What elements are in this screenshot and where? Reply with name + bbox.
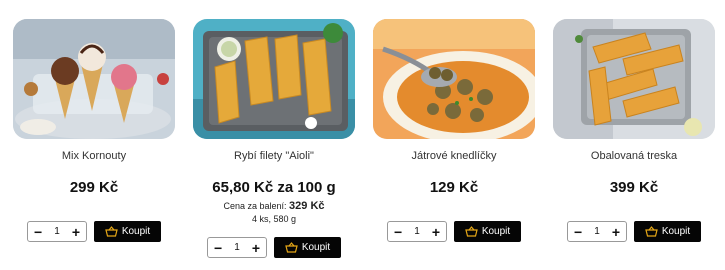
buy-row: − 1 + Koupit [207,237,341,258]
buy-button-label: Koupit [481,226,511,237]
minus-icon[interactable]: − [574,225,582,239]
quantity-stepper: − 1 + [567,221,627,242]
product-name[interactable]: Rybí filety "Aioli" [193,149,355,163]
buy-button[interactable]: Koupit [94,221,161,242]
quantity-value[interactable]: 1 [234,242,240,253]
basket-icon [465,226,478,237]
pack-price: 329 Kč [289,200,325,212]
product-price: 399 Kč [609,179,659,196]
quantity-stepper: − 1 + [207,237,267,258]
product-name[interactable]: Obalovaná treska [553,149,715,163]
pack-price-line: Cena za balení: 329 Kč [193,200,355,212]
quantity-value[interactable]: 1 [54,226,60,237]
basket-icon [285,242,298,253]
product-card: Obalovaná treska 399 Kč − 1 + Koupit [553,19,715,242]
product-name[interactable]: Mix Kornouty [13,149,175,163]
plus-icon[interactable]: + [612,225,620,239]
basket-icon [645,226,658,237]
buy-button[interactable]: Koupit [634,221,701,242]
buy-button-label: Koupit [301,242,331,253]
buy-button-label: Koupit [661,226,691,237]
minus-icon[interactable]: − [214,241,222,255]
product-image[interactable] [553,19,715,139]
product-price: 299 Kč [69,179,119,196]
product-name[interactable]: Játrové knedlíčky [373,149,535,163]
pack-price-label: Cena za balení: [223,201,287,211]
buy-button-label: Koupit [121,226,151,237]
plus-icon[interactable]: + [72,225,80,239]
product-image[interactable] [373,19,535,139]
product-image[interactable] [193,19,355,139]
minus-icon[interactable]: − [34,225,42,239]
buy-row: − 1 + Koupit [27,221,161,242]
plus-icon[interactable]: + [252,241,260,255]
plus-icon[interactable]: + [432,225,440,239]
quantity-value[interactable]: 1 [414,226,420,237]
pack-info: 4 ks, 580 g [251,214,297,224]
product-image[interactable] [13,19,175,139]
buy-row: − 1 + Koupit [387,221,521,242]
buy-button[interactable]: Koupit [274,237,341,258]
buy-row: − 1 + Koupit [567,221,701,242]
minus-icon[interactable]: − [394,225,402,239]
product-price: 129 Kč [429,179,479,196]
quantity-value[interactable]: 1 [594,226,600,237]
quantity-stepper: − 1 + [27,221,87,242]
buy-button[interactable]: Koupit [454,221,521,242]
product-card: Játrové knedlíčky 129 Kč − 1 + Koupit [373,19,535,242]
basket-icon [105,226,118,237]
product-card: Mix Kornouty 299 Kč − 1 + Koupit [13,19,175,242]
quantity-stepper: − 1 + [387,221,447,242]
product-card: Rybí filety "Aioli" 65,80 Kč za 100 g Ce… [193,19,355,258]
product-price: 65,80 Kč za 100 g [212,179,336,196]
